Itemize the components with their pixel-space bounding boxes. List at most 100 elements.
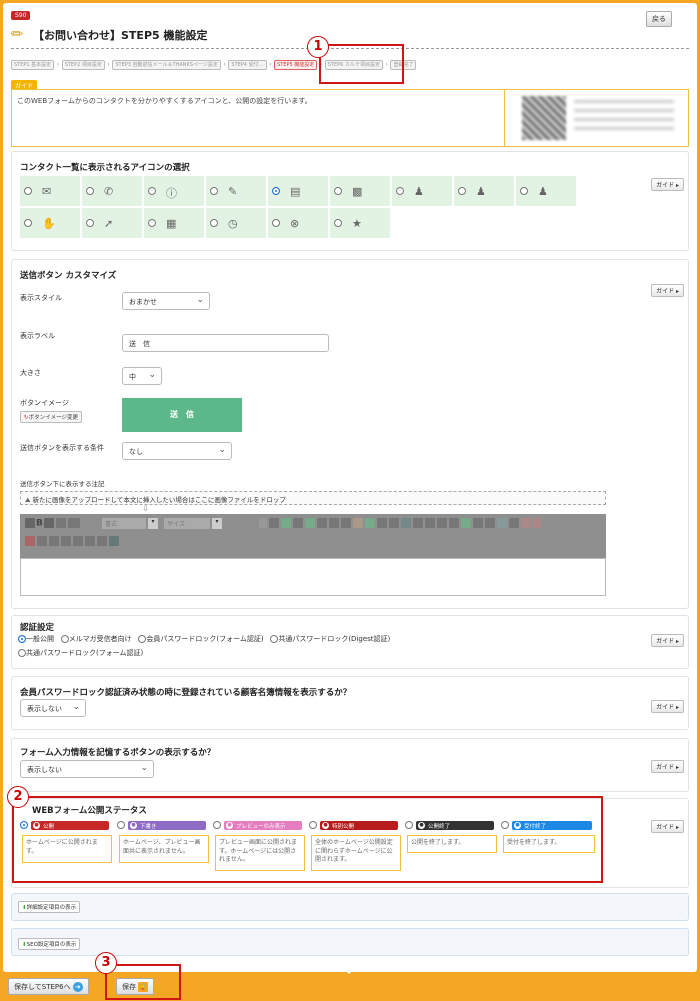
icon-option-person[interactable]: ♟	[392, 176, 452, 206]
icon-option-person-alt[interactable]: ♟	[454, 176, 514, 206]
icon-radio[interactable]	[396, 187, 404, 195]
icon-option-arrow[interactable]: ➚	[82, 208, 142, 238]
toolbar-button[interactable]	[258, 518, 267, 528]
toolbar-button[interactable]	[268, 518, 279, 528]
save-next-button[interactable]: 保存してSTEP6へ ➔	[8, 978, 89, 995]
style-select[interactable]: おまかせ	[122, 292, 210, 310]
bold-icon[interactable]: B	[36, 519, 43, 529]
display-label-input[interactable]: 送 信	[122, 334, 329, 352]
toolbar-button[interactable]	[25, 518, 35, 528]
size-select-editor[interactable]: サイズ	[164, 518, 210, 529]
guide-button[interactable]: ガイド ▸	[651, 284, 684, 297]
icon-option-star[interactable]: ★	[330, 208, 390, 238]
toolbar-button[interactable]	[508, 518, 519, 528]
icon-radio[interactable]	[86, 187, 94, 195]
icon-radio[interactable]	[210, 219, 218, 227]
toolbar-button[interactable]	[61, 536, 71, 546]
auth-radio-public[interactable]	[18, 635, 26, 643]
format-select[interactable]: 書式	[102, 518, 146, 529]
member-info-select[interactable]: 表示しない	[20, 699, 86, 717]
icon-option-clock[interactable]: ◷	[206, 208, 266, 238]
icon-radio[interactable]	[272, 219, 280, 227]
guide-button[interactable]: ガイド ▸	[651, 760, 684, 773]
toolbar-button[interactable]	[109, 536, 119, 546]
icon-option-notepad[interactable]: ▩	[330, 176, 390, 206]
icon-radio[interactable]	[148, 187, 156, 195]
icon-radio[interactable]	[334, 219, 342, 227]
toolbar-button[interactable]	[532, 518, 541, 528]
icon-radio[interactable]	[24, 219, 32, 227]
toolbar-button[interactable]	[376, 518, 387, 528]
toolbar-button[interactable]	[340, 518, 351, 528]
toolbar-button[interactable]	[316, 518, 327, 528]
toolbar-button[interactable]	[328, 518, 339, 528]
icon-radio[interactable]	[148, 219, 156, 227]
icon-radio[interactable]	[272, 187, 280, 195]
icon-option-handshake[interactable]: ✋	[20, 208, 80, 238]
step-1[interactable]: STEP1 基本設定	[11, 60, 55, 70]
seo-toggle-button[interactable]: ⬇SEO設定項目の表示	[18, 938, 81, 950]
toolbar-button[interactable]	[484, 518, 495, 528]
icon-option-calendar[interactable]: ▦	[144, 208, 204, 238]
icon-radio[interactable]	[24, 187, 32, 195]
condition-select[interactable]: なし	[122, 442, 232, 460]
toolbar-button[interactable]	[43, 518, 54, 528]
toolbar-button[interactable]	[424, 518, 435, 528]
icon-radio[interactable]	[86, 219, 94, 227]
step-3[interactable]: STEP3 自動返信メール＆THANKSページ設定	[112, 60, 221, 70]
guide-button[interactable]: ガイド ▸	[651, 820, 684, 833]
guide-button[interactable]: ガイド ▸	[651, 178, 684, 191]
toolbar-button[interactable]	[55, 518, 66, 528]
toolbar-button[interactable]	[73, 536, 83, 546]
icon-option-phone[interactable]: ✆	[82, 176, 142, 206]
auth-radio-common-form[interactable]	[18, 649, 26, 657]
toolbar-button[interactable]	[85, 536, 95, 546]
toolbar-button[interactable]	[49, 536, 59, 546]
button-image-change[interactable]: ↻ボタンイメージ変更	[20, 411, 83, 423]
note-editor-area[interactable]	[20, 558, 606, 596]
format-dropdown-icon[interactable]: ▾	[148, 518, 158, 529]
toolbar-button[interactable]	[460, 518, 471, 528]
toolbar-button[interactable]	[472, 518, 483, 528]
toolbar-button[interactable]	[520, 518, 531, 528]
toolbar-button[interactable]	[37, 536, 47, 546]
toolbar-button[interactable]	[388, 518, 399, 528]
detail-toggle-button[interactable]: ⬇詳細設定項目の表示	[18, 901, 81, 913]
back-button[interactable]: 戻る	[646, 11, 672, 27]
toolbar-button[interactable]	[67, 518, 80, 528]
toolbar-button[interactable]	[364, 518, 375, 528]
step-2[interactable]: STEP2 項目設定	[61, 60, 105, 70]
icon-option-document[interactable]: ▤	[268, 176, 328, 206]
guide-button[interactable]: ガイド ▸	[651, 634, 684, 647]
icon-radio[interactable]	[520, 187, 528, 195]
remember-select[interactable]: 表示しない	[20, 760, 154, 778]
toolbar-button[interactable]	[352, 518, 363, 528]
cancel-icon: ⊗	[290, 217, 300, 230]
toolbar-button[interactable]	[97, 536, 107, 546]
toolbar-button[interactable]	[400, 518, 411, 528]
icon-option-pencil[interactable]: ✎	[206, 176, 266, 206]
toolbar-button[interactable]	[448, 518, 459, 528]
toolbar-button[interactable]	[280, 518, 291, 528]
toolbar-button[interactable]	[25, 536, 35, 546]
toolbar-button[interactable]	[304, 518, 315, 528]
guide-button[interactable]: ガイド ▸	[651, 700, 684, 713]
icon-option-cancel[interactable]: ⊗	[268, 208, 328, 238]
step-5-current[interactable]: STEP5 機能設定	[274, 60, 318, 70]
auth-radio-mailmag[interactable]	[60, 635, 69, 643]
toolbar-button[interactable]	[496, 518, 507, 528]
toolbar-button[interactable]	[412, 518, 423, 528]
icon-radio[interactable]	[334, 187, 342, 195]
toolbar-button[interactable]	[292, 518, 303, 528]
icon-option-exclamation[interactable]: ⓘ	[144, 176, 204, 206]
toolbar-button[interactable]	[436, 518, 447, 528]
size-dropdown-icon[interactable]: ▾	[212, 518, 222, 529]
toolbar-row-2	[24, 536, 120, 546]
image-dropzone[interactable]: ⛰ 新たに画像をアップロードして本文に挿入したい場合はここに画像ファイルをドロッ…	[20, 491, 606, 505]
step-4[interactable]: STEP4 受付…	[228, 60, 267, 70]
icon-radio[interactable]	[458, 187, 466, 195]
icon-option-envelope[interactable]: ✉	[20, 176, 80, 206]
icon-radio[interactable]	[210, 187, 218, 195]
size-select[interactable]: 中	[122, 367, 162, 385]
icon-option-group[interactable]: ♟	[516, 176, 576, 206]
